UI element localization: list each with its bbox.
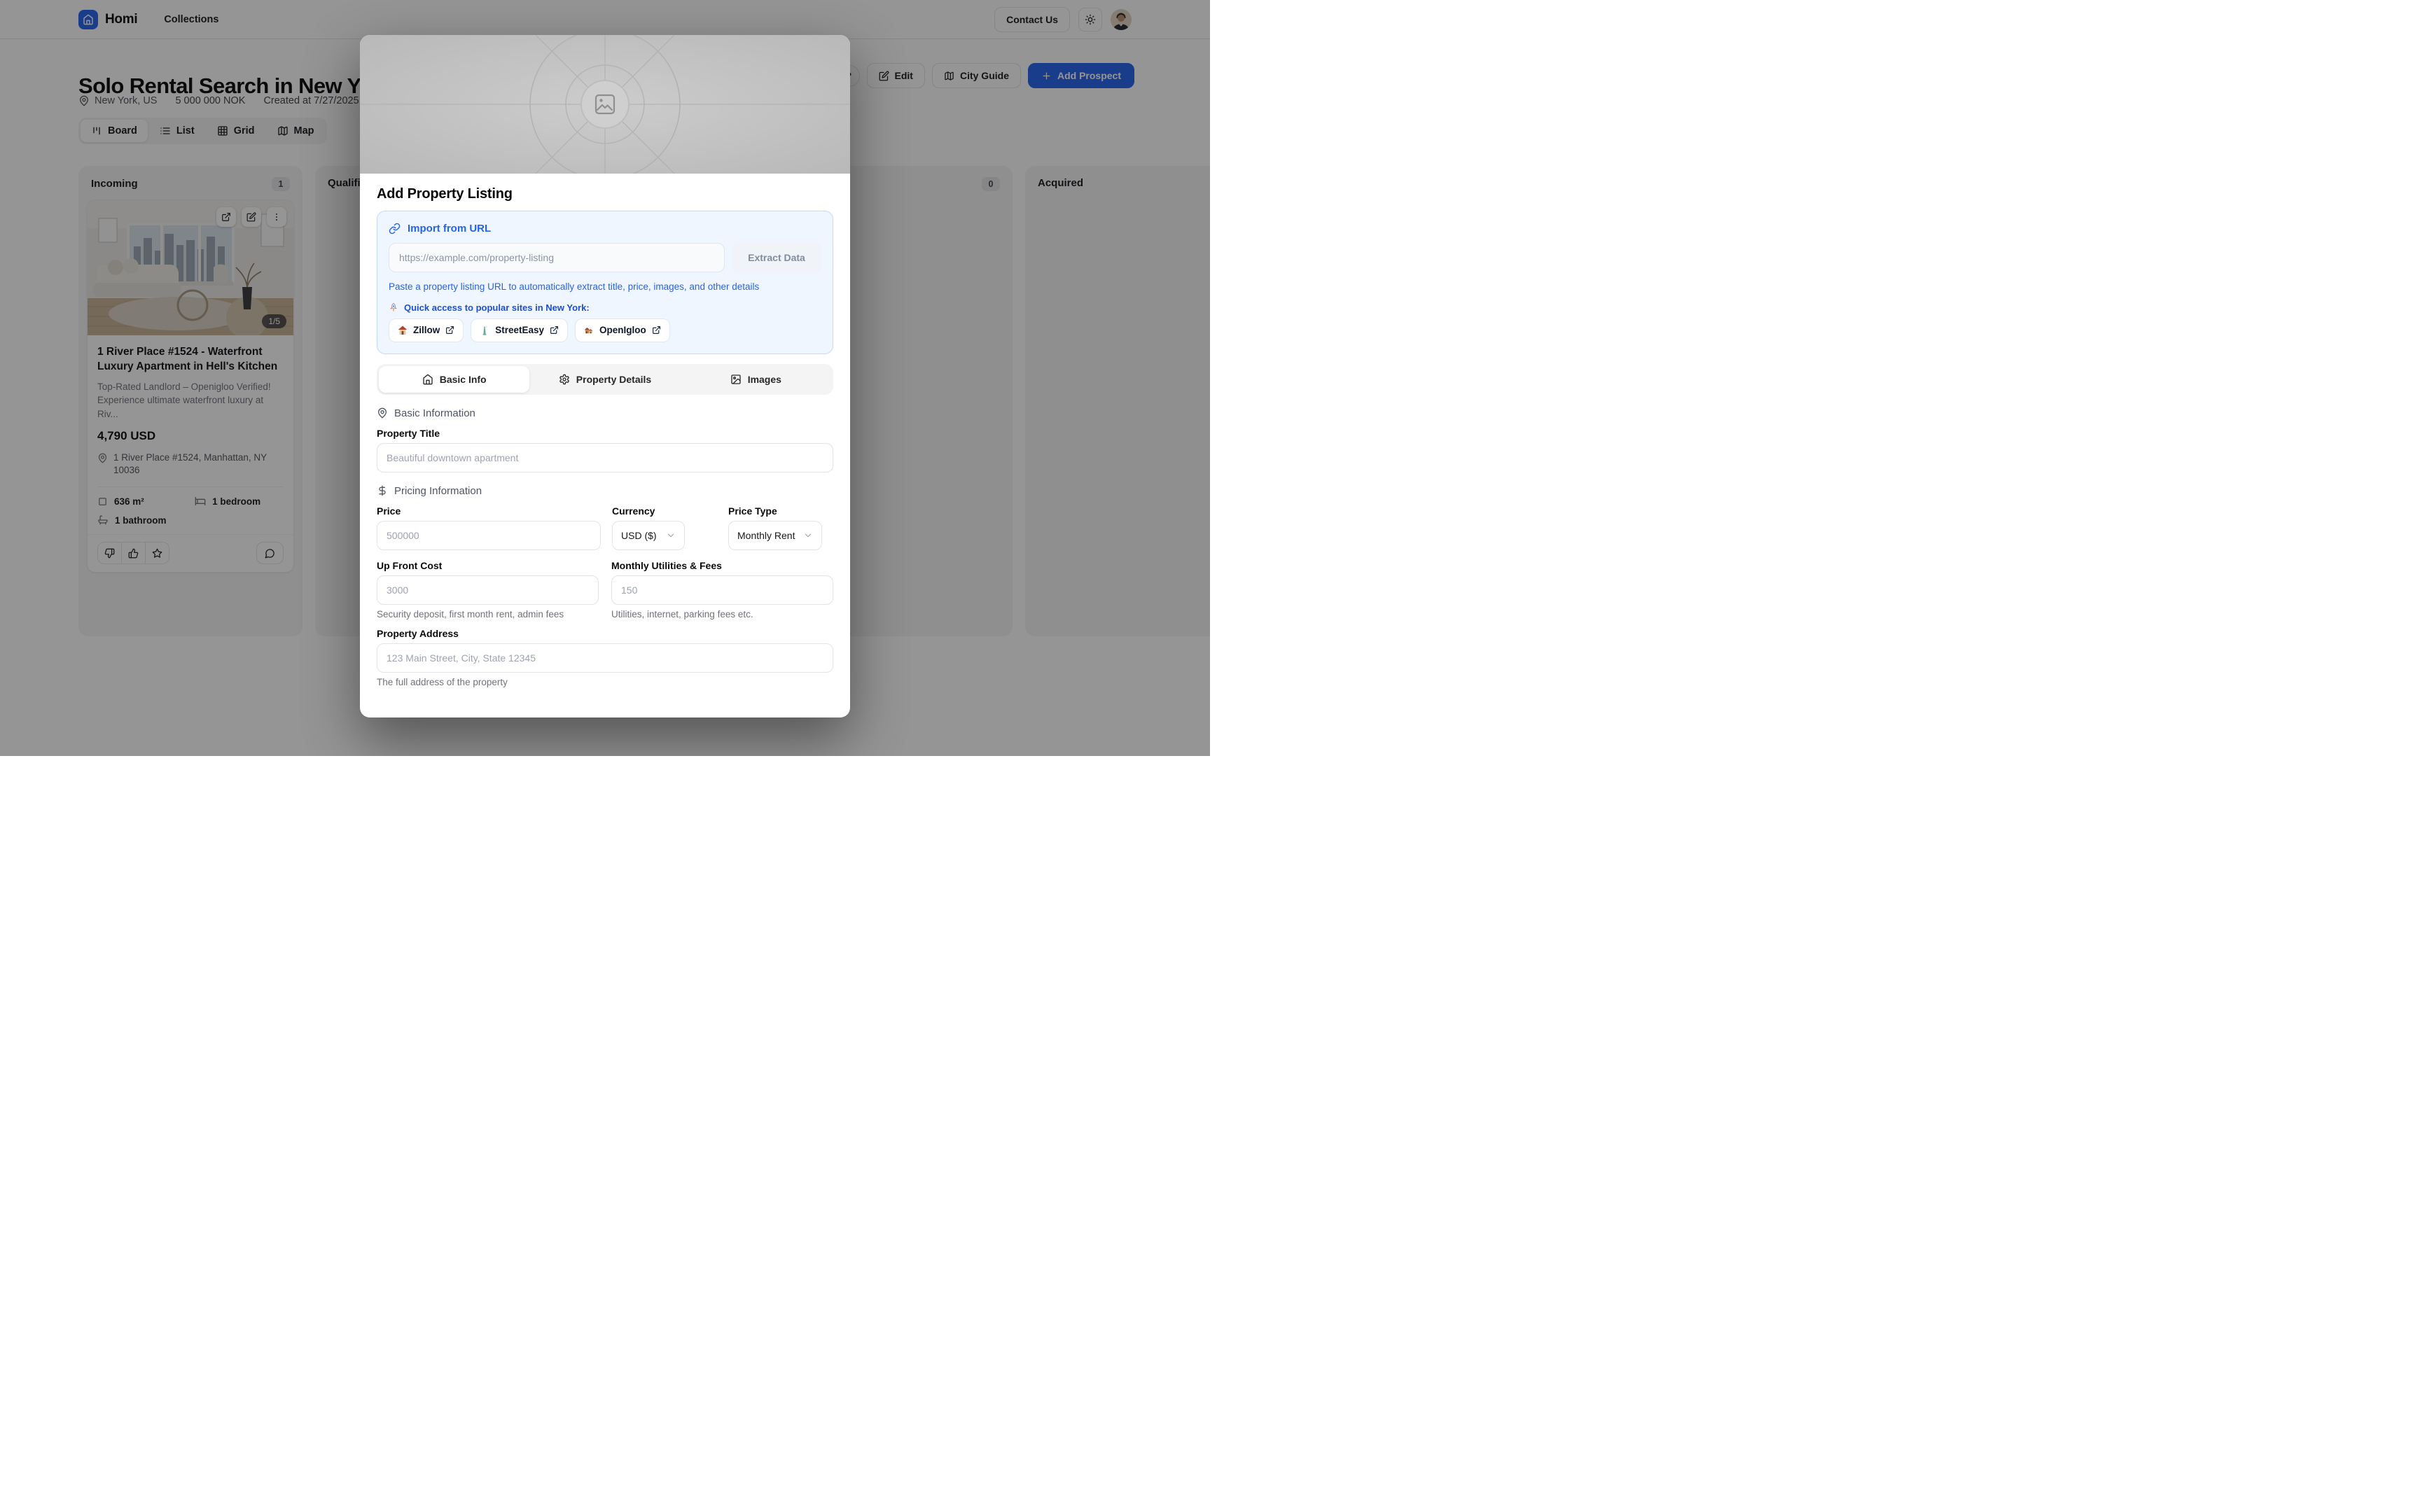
chevron-down-icon — [803, 531, 813, 540]
extract-data-button[interactable]: Extract Data — [732, 243, 821, 272]
import-from-url-panel: Import from URL Extract Data Paste a pro… — [377, 211, 833, 354]
quick-site-buttons: Zillow StreetEasy — [389, 318, 821, 342]
openigloo-link-button[interactable]: OpenIgloo — [575, 318, 670, 342]
pricing-information-heading: Pricing Information — [377, 485, 833, 497]
utilities-label: Monthly Utilities & Fees — [611, 560, 833, 571]
gear-icon — [559, 374, 570, 385]
property-title-input[interactable] — [377, 443, 833, 472]
import-heading: Import from URL — [389, 223, 821, 234]
chevron-down-icon — [666, 531, 676, 540]
basic-information-heading: Basic Information — [377, 407, 833, 419]
modal-content: Add Property Listing Import from URL Ext… — [360, 174, 850, 687]
property-address-input[interactable] — [377, 643, 833, 673]
statue-of-liberty-emoji-icon — [480, 326, 489, 335]
currency-label: Currency — [612, 505, 717, 517]
property-address-help: The full address of the property — [377, 677, 833, 687]
property-address-label: Property Address — [377, 628, 833, 639]
costs-row: Up Front Cost Security deposit, first mo… — [377, 552, 833, 620]
external-link-icon — [445, 326, 454, 335]
upfront-cost-help: Security deposit, first month rent, admi… — [377, 609, 599, 620]
utilities-help: Utilities, internet, parking fees etc. — [611, 609, 833, 620]
import-helper-text: Paste a property listing URL to automati… — [389, 281, 821, 294]
external-link-icon — [652, 326, 661, 335]
price-type-label: Price Type — [728, 505, 833, 517]
price-input[interactable] — [377, 521, 601, 550]
house-icon — [422, 374, 433, 385]
streeteasy-link-button[interactable]: StreetEasy — [471, 318, 568, 342]
tab-images[interactable]: Images — [681, 366, 831, 393]
modal-tabs: Basic Info Property Details Images — [377, 364, 833, 395]
zillow-link-button[interactable]: Zillow — [389, 318, 464, 342]
quick-access-label: Quick access to popular sites in New Yor… — [389, 302, 821, 313]
pricing-row: Price Currency USD ($) Price Type M — [377, 497, 833, 550]
add-property-modal: Add Property Listing Import from URL Ext… — [360, 35, 850, 718]
upfront-cost-label: Up Front Cost — [377, 560, 599, 571]
link-icon — [389, 223, 401, 234]
upfront-cost-input[interactable] — [377, 575, 599, 605]
listing-url-input[interactable] — [389, 243, 725, 272]
map-pin-icon — [377, 407, 388, 419]
modal-title: Add Property Listing — [377, 186, 833, 202]
external-link-icon — [550, 326, 559, 335]
house-emoji-icon — [398, 326, 408, 335]
tab-property-details[interactable]: Property Details — [529, 366, 680, 393]
utilities-input[interactable] — [611, 575, 833, 605]
tab-basic-info[interactable]: Basic Info — [379, 366, 529, 393]
rocket-icon — [389, 302, 398, 312]
import-input-row: Extract Data — [389, 243, 821, 272]
price-label: Price — [377, 505, 601, 517]
price-type-select[interactable]: Monthly Rent — [728, 521, 822, 550]
image-icon — [730, 374, 742, 385]
property-title-label: Property Title — [377, 428, 833, 439]
dollar-icon — [377, 485, 388, 496]
app-window: Homi Collections Contact Us — [0, 0, 1210, 756]
houses-emoji-icon — [584, 326, 594, 335]
currency-select[interactable]: USD ($) — [612, 521, 685, 550]
image-placeholder-banner — [360, 35, 850, 174]
